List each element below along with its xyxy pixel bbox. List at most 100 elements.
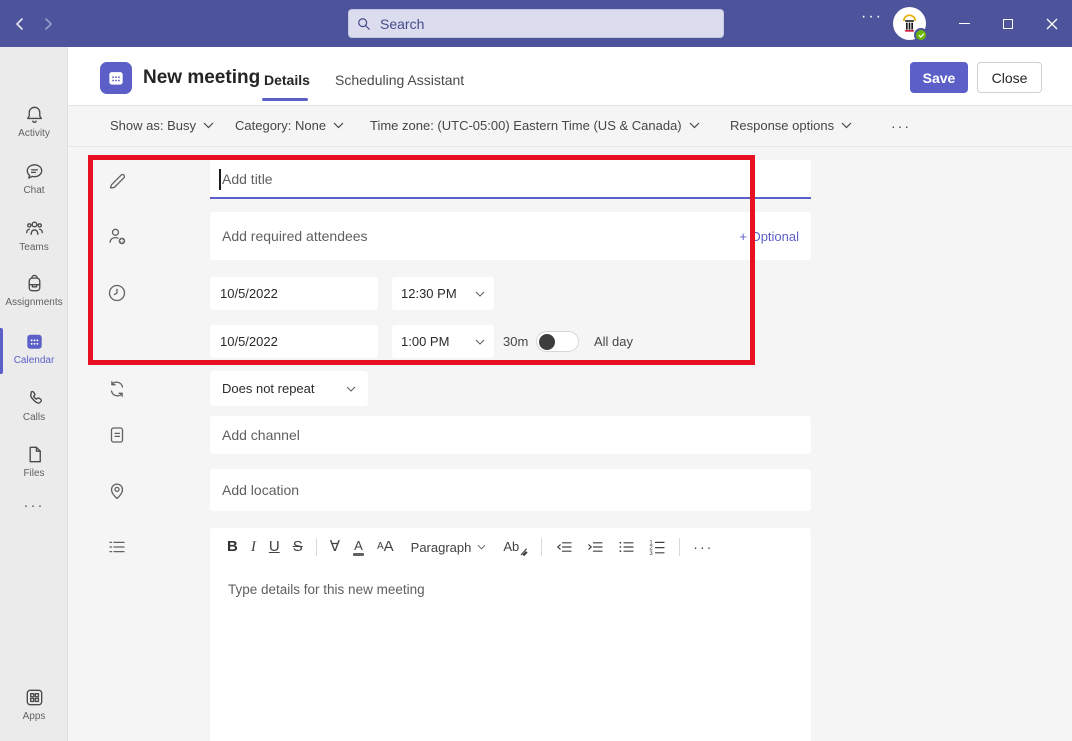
sidebar-more-button[interactable]: ··· <box>0 497 68 514</box>
all-day-toggle[interactable] <box>536 331 579 352</box>
sidebar-item-files[interactable]: Files <box>0 443 68 479</box>
title-input[interactable] <box>220 170 811 188</box>
status-available-icon <box>914 28 928 42</box>
chevron-down-icon <box>475 339 485 345</box>
sidebar-item-label: Calls <box>0 412 68 423</box>
formatting-toolbar: B I U S ∀ A AA Paragraph Ab <box>210 528 811 556</box>
app-sidebar: Activity Chat Teams Assignments Calenda <box>0 47 68 741</box>
bullet-list-icon <box>617 538 635 556</box>
bullet-list-button[interactable] <box>617 538 635 556</box>
sidebar-item-teams[interactable]: Teams <box>0 217 68 253</box>
minimize-button[interactable] <box>949 10 979 37</box>
underline-button[interactable]: U <box>269 538 280 556</box>
sidebar-item-label: Activity <box>0 128 68 139</box>
sidebar-item-label: Calendar <box>0 355 68 366</box>
add-optional-attendees-link[interactable]: + Optional <box>739 229 799 244</box>
channel-placeholder: Add channel <box>222 427 300 443</box>
start-date-value: 10/5/2022 <box>220 286 278 301</box>
toolbar-divider <box>316 538 317 556</box>
search-box[interactable] <box>348 9 724 38</box>
toolbar-more-button[interactable]: ··· <box>693 538 713 556</box>
end-date-input[interactable]: 10/5/2022 <box>210 325 378 358</box>
chat-bubble-icon <box>0 160 68 183</box>
teams-window: ··· <box>0 0 1072 741</box>
active-tab-indicator <box>262 98 308 101</box>
category-dropdown[interactable]: Category: None <box>235 118 344 133</box>
close-icon <box>1046 18 1058 30</box>
location-pin-icon <box>105 478 129 502</box>
attendees-input[interactable]: Add required attendees + Optional <box>210 212 811 260</box>
chevron-down-icon <box>475 291 485 297</box>
tab-details[interactable]: Details <box>264 72 310 88</box>
save-button[interactable]: Save <box>910 62 968 93</box>
timezone-dropdown[interactable]: Time zone: (UTC-05:00) Eastern Time (US … <box>370 118 700 133</box>
start-date-input[interactable]: 10/5/2022 <box>210 277 378 310</box>
toolbar-divider <box>679 538 680 556</box>
end-date-value: 10/5/2022 <box>220 334 278 349</box>
maximize-button[interactable] <box>993 10 1023 37</box>
channel-input[interactable]: Add channel <box>210 416 811 454</box>
category-label: Category: None <box>235 118 326 133</box>
activity-bell-icon <box>0 103 68 126</box>
numbered-list-button[interactable]: 123 <box>648 538 666 556</box>
sidebar-item-calls[interactable]: Calls <box>0 387 68 423</box>
sidebar-item-activity[interactable]: Activity <box>0 103 68 139</box>
show-as-dropdown[interactable]: Show as: Busy <box>110 118 214 133</box>
toolbar-divider <box>541 538 542 556</box>
strikethrough-button[interactable]: S <box>293 538 303 556</box>
title-bar: ··· <box>0 0 1072 47</box>
clock-icon <box>105 281 129 305</box>
decrease-indent-button[interactable] <box>555 538 573 556</box>
sidebar-item-chat[interactable]: Chat <box>0 160 68 196</box>
sidebar-item-apps[interactable]: Apps <box>0 686 68 722</box>
end-time-dropdown[interactable]: 1:00 PM <box>392 325 494 358</box>
highlight-button[interactable]: ∀ <box>330 538 340 556</box>
title-pencil-icon <box>105 168 129 192</box>
response-options-label: Response options <box>730 118 834 133</box>
paragraph-label: Paragraph <box>411 540 472 555</box>
clear-formatting-button[interactable]: Ab <box>503 538 528 556</box>
start-time-dropdown[interactable]: 12:30 PM <box>392 277 494 310</box>
bold-button[interactable]: B <box>227 538 238 556</box>
sidebar-item-label: Files <box>0 468 68 479</box>
chevron-down-icon <box>333 122 344 129</box>
tab-scheduling-assistant[interactable]: Scheduling Assistant <box>335 72 464 88</box>
italic-button[interactable]: I <box>251 538 256 556</box>
sidebar-item-label: Apps <box>0 711 68 722</box>
recurrence-dropdown[interactable]: Does not repeat <box>210 371 368 406</box>
calls-phone-icon <box>0 387 68 410</box>
minimize-icon <box>959 23 970 25</box>
clear-formatting-glyph: Ab <box>503 538 519 556</box>
chevron-down-icon <box>689 122 700 129</box>
search-input[interactable] <box>378 15 715 33</box>
attendees-placeholder: Add required attendees <box>222 228 368 244</box>
all-day-label: All day <box>594 334 633 349</box>
calendar-icon <box>0 330 68 353</box>
back-button[interactable] <box>8 12 32 36</box>
sidebar-item-calendar[interactable]: Calendar <box>0 330 68 366</box>
sidebar-item-label: Teams <box>0 242 68 253</box>
response-options-dropdown[interactable]: Response options <box>730 118 852 133</box>
location-input[interactable]: Add location <box>210 469 811 511</box>
repeat-icon <box>105 377 129 401</box>
increase-indent-button[interactable] <box>586 538 604 556</box>
font-size-button[interactable]: AA <box>377 538 394 556</box>
close-button[interactable]: Close <box>977 62 1042 93</box>
font-size-big-glyph: A <box>384 538 394 556</box>
svg-text:3: 3 <box>650 551 654 556</box>
options-more-button[interactable]: ··· <box>891 118 911 134</box>
avatar[interactable] <box>893 7 926 40</box>
recurrence-value: Does not repeat <box>222 381 315 396</box>
forward-button[interactable] <box>36 12 60 36</box>
start-time-value: 12:30 PM <box>401 286 457 301</box>
meeting-details-editor[interactable]: B I U S ∀ A AA Paragraph Ab <box>210 528 811 741</box>
titlebar-more-button[interactable]: ··· <box>858 8 886 26</box>
font-color-button[interactable]: A <box>353 539 364 556</box>
details-agenda-icon <box>105 535 129 559</box>
sidebar-item-assignments[interactable]: Assignments <box>0 272 68 308</box>
close-window-button[interactable] <box>1037 10 1067 37</box>
paragraph-style-dropdown[interactable]: Paragraph <box>411 540 487 555</box>
search-icon <box>357 17 371 31</box>
apps-grid-icon <box>0 686 68 709</box>
eraser-icon <box>520 547 528 556</box>
